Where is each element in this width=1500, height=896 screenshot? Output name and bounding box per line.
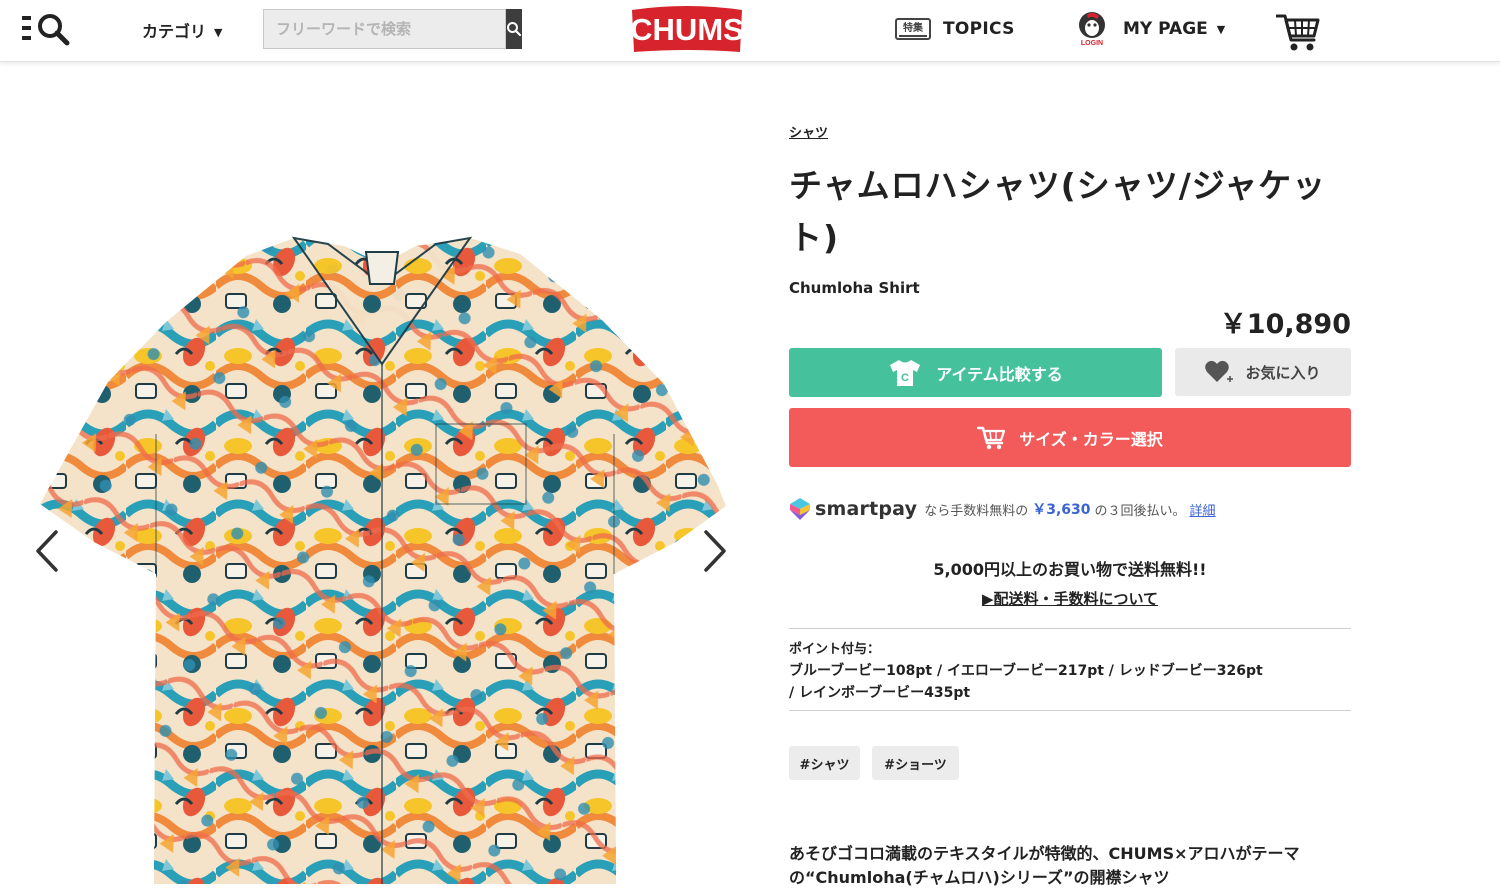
logo-text: CHUMS — [630, 12, 744, 47]
product-subtitle: Chumloha Shirt — [789, 279, 920, 297]
login-badge: LOGIN — [1081, 40, 1103, 47]
product-description: あそびゴコロ満載のテキスタイルが特徴的、CHUMS×アロハがテーマ の“Chum… — [789, 842, 1349, 890]
product-price: ￥10,890 — [1219, 309, 1351, 340]
points-line-2: / レインボーブービー435pt — [789, 685, 971, 701]
search-icon — [507, 22, 522, 37]
size-color-label: サイズ・カラー選択 — [1019, 429, 1163, 449]
points-line-1: ブルーブービー108pt / イエローブービー217pt / レッドブービー32… — [789, 663, 1263, 679]
smartpay-info: smartpay なら手数料無料の ￥3,630 の３回後払い。 詳細 — [789, 496, 1216, 522]
category-menu[interactable]: カテゴリ ▼ — [142, 18, 222, 42]
topics-label: TOPICS — [943, 19, 1015, 39]
site-header: カテゴリ ▼ CHUMS 特集 TOPICS LOGIN — [0, 0, 1500, 62]
smartpay-details-link[interactable]: 詳細 — [1190, 500, 1216, 519]
login-avatar-icon: LOGIN — [1079, 12, 1105, 47]
favorite-label: お気に入り — [1245, 363, 1321, 382]
heart-plus-icon — [1205, 360, 1234, 382]
shipping-fee-info: ▶配送料・手数料について — [789, 588, 1351, 609]
tshirt-icon: C — [890, 359, 921, 386]
cart-icon-white — [977, 426, 1006, 449]
search-box — [263, 9, 522, 49]
cart-icon[interactable] — [1276, 11, 1320, 53]
smartpay-text-before: なら手数料無料の — [924, 503, 1029, 519]
description-line-2: の“Chumloha(チャムロハ)シリーズ”の開襟シャツ — [789, 868, 1170, 887]
favorite-button[interactable]: お気に入り — [1175, 348, 1351, 396]
topics-link[interactable]: 特集 TOPICS — [895, 13, 1015, 45]
divider — [789, 628, 1351, 629]
tag-shorts[interactable]: #ショーツ — [872, 746, 959, 780]
compare-button[interactable]: C アイテム比較する — [789, 348, 1162, 397]
size-color-select-button[interactable]: サイズ・カラー選択 — [789, 408, 1351, 467]
chums-logo[interactable]: CHUMS — [628, 2, 746, 54]
product-title: チャムロハシャツ(シャツ/ジャケット) — [789, 166, 1327, 257]
mypage-caret-icon: ▼ — [1216, 22, 1226, 36]
category-breadcrumb[interactable]: シャツ — [789, 122, 828, 141]
smartpay-logo-icon — [790, 498, 810, 520]
menu-search-icon[interactable] — [22, 11, 74, 47]
tshirt-icon-letter: C — [901, 372, 909, 384]
product-image[interactable] — [36, 224, 726, 894]
search-button[interactable] — [506, 9, 522, 49]
search-input[interactable] — [263, 9, 506, 49]
product-gallery — [20, 190, 750, 896]
smartpay-amount: ￥3,630 — [1032, 502, 1091, 518]
category-label: カテゴリ — [142, 22, 207, 41]
smartpay-text-after: の３回後払い。 — [1094, 503, 1186, 519]
divider — [789, 710, 1351, 711]
tag-shirt[interactable]: #シャツ — [789, 746, 860, 780]
category-caret-icon: ▼ — [214, 26, 223, 39]
topics-book-icon: 特集 — [895, 18, 931, 40]
compare-label: アイテム比較する — [936, 364, 1063, 384]
chevron-left-icon[interactable] — [32, 528, 62, 574]
description-line-1: あそびゴコロ満載のテキスタイルが特徴的、CHUMS×アロハがテーマ — [789, 844, 1300, 863]
mypage-menu[interactable]: LOGIN MY PAGE ▼ — [1075, 11, 1225, 47]
mypage-label: MY PAGE — [1123, 19, 1208, 39]
smartpay-brand: smartpay — [815, 498, 918, 520]
points-label: ポイント付与： — [789, 642, 881, 657]
free-shipping-notice: 5,000円以上のお買い物で送料無料!! — [933, 560, 1207, 579]
topics-badge: 特集 — [903, 21, 924, 34]
chevron-right-icon[interactable] — [700, 528, 730, 574]
shipping-fee-link[interactable]: ▶配送料・手数料について — [982, 590, 1158, 608]
